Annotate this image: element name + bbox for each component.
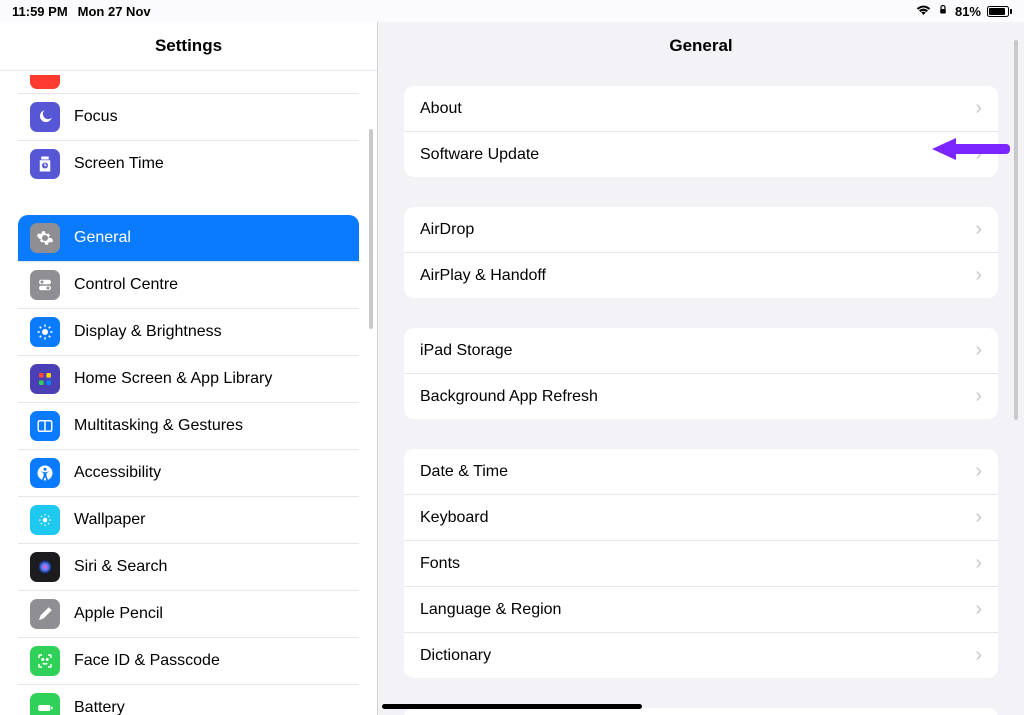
- detail-group: About › Software Update›: [404, 86, 998, 177]
- sidebar-item-partial[interactable]: [18, 71, 359, 93]
- detail-item-label: Language & Region: [420, 601, 561, 619]
- sidebar-item-label: General: [74, 229, 131, 247]
- focus-icon: [30, 102, 60, 132]
- sidebar-item-display[interactable]: Display & Brightness: [18, 308, 359, 355]
- sidebar-item-general[interactable]: General: [18, 215, 359, 261]
- sidebar-item-label: Focus: [74, 108, 118, 126]
- accessibility-icon: [30, 458, 60, 488]
- detail-item-airdrop[interactable]: AirDrop ›: [404, 207, 998, 252]
- detail-item-label: About: [420, 100, 462, 118]
- sidebar-item-label: Home Screen & App Library: [74, 370, 272, 388]
- sidebar-item-control-centre[interactable]: Control Centre: [18, 261, 359, 308]
- sidebar-item-wallpaper[interactable]: Wallpaper: [18, 496, 359, 543]
- sidebar-item-screen-time[interactable]: Screen Time: [18, 140, 359, 187]
- detail-item-label: Date & Time: [420, 463, 508, 481]
- siri-icon: [30, 552, 60, 582]
- chevron-right-icon: ›: [975, 218, 982, 241]
- sidebar-item-label: Accessibility: [74, 464, 161, 482]
- detail-group: Date & Time›Keyboard›Fonts›Language & Re…: [404, 449, 998, 678]
- chevron-right-icon: ›: [975, 385, 982, 408]
- sidebar-group: Focus Screen Time: [18, 71, 359, 187]
- detail-item-label: Fonts: [420, 555, 460, 573]
- sidebar-item-battery[interactable]: Battery: [18, 684, 359, 715]
- chevron-right-icon: ›: [975, 552, 982, 575]
- chevron-right-icon: ›: [975, 339, 982, 362]
- detail-item-label: AirPlay & Handoff: [420, 267, 546, 285]
- sidebar-item-multitasking[interactable]: Multitasking & Gestures: [18, 402, 359, 449]
- detail-group: iPad Storage › Background App Refresh ›: [404, 328, 998, 419]
- chevron-right-icon: ›: [975, 644, 982, 667]
- sidebar-scrollbar[interactable]: [369, 129, 373, 329]
- detail-group: AirDrop › AirPlay & Handoff ›: [404, 207, 998, 298]
- sidebar-item-faceid[interactable]: Face ID & Passcode: [18, 637, 359, 684]
- detail-pane: General About›Software Update›AirDrop›Ai…: [378, 22, 1024, 715]
- chevron-right-icon: ›: [975, 598, 982, 621]
- detail-item-date-time[interactable]: Date & Time ›: [404, 449, 998, 494]
- sidebar-item-accessibility[interactable]: Accessibility: [18, 449, 359, 496]
- status-bar: 11:59 PM Mon 27 Nov 81%: [0, 0, 1024, 22]
- chevron-right-icon: ›: [975, 97, 982, 120]
- detail-item-ipad-storage[interactable]: iPad Storage ›: [404, 328, 998, 373]
- chevron-right-icon: ›: [975, 264, 982, 287]
- multitasking-icon: [30, 411, 60, 441]
- sidebar-item-label: Apple Pencil: [74, 605, 163, 623]
- detail-group: VPN & Device Management›: [404, 708, 998, 715]
- display-icon: [30, 317, 60, 347]
- battery-percent: 81%: [955, 4, 981, 19]
- general-icon: [30, 223, 60, 253]
- detail-item-label: AirDrop: [420, 221, 474, 239]
- sidebar-item-label: Battery: [74, 699, 125, 715]
- detail-item-label: Dictionary: [420, 647, 491, 665]
- screen-time-icon: [30, 149, 60, 179]
- faceid-icon: [30, 646, 60, 676]
- detail-item-software-update[interactable]: Software Update›: [404, 131, 998, 177]
- chevron-right-icon: ›: [975, 460, 982, 483]
- sidebar-item-label: Screen Time: [74, 155, 164, 173]
- sidebar-item-label: Siri & Search: [74, 558, 167, 576]
- status-date: Mon 27 Nov: [78, 4, 151, 19]
- wifi-icon: [916, 4, 931, 19]
- sidebar-title: Settings: [0, 36, 377, 56]
- detail-scrollbar[interactable]: [1014, 40, 1018, 420]
- detail-item-about[interactable]: About ›: [404, 86, 998, 131]
- battery-icon: [987, 6, 1012, 17]
- sidebar-item-home-screen[interactable]: Home Screen & App Library: [18, 355, 359, 402]
- chevron-right-icon: ›: [975, 506, 982, 529]
- detail-item-keyboard[interactable]: Keyboard ›: [404, 494, 998, 540]
- detail-item-airplay-handoff[interactable]: AirPlay & Handoff ›: [404, 252, 998, 298]
- detail-item-dictionary[interactable]: Dictionary ›: [404, 632, 998, 678]
- sidebar-item-focus[interactable]: Focus: [18, 93, 359, 140]
- sidebar-item-label: Display & Brightness: [74, 323, 222, 341]
- sidebar-item-label: Wallpaper: [74, 511, 145, 529]
- detail-title: General: [378, 36, 1024, 56]
- notifications-icon: [30, 75, 60, 89]
- status-time: 11:59 PM: [12, 4, 68, 19]
- detail-item-label: Software Update: [420, 146, 539, 164]
- sidebar-item-pencil[interactable]: Apple Pencil: [18, 590, 359, 637]
- detail-item-label: iPad Storage: [420, 342, 513, 360]
- sidebar-group: General Control Centre Display & Brightnes…: [18, 215, 359, 715]
- sidebar-item-label: Face ID & Passcode: [74, 652, 220, 670]
- battery-icon: [30, 693, 60, 715]
- annotation-arrow: [932, 138, 1010, 160]
- sidebar-item-label: Control Centre: [74, 276, 178, 294]
- sidebar-item-label: Multitasking & Gestures: [74, 417, 243, 435]
- detail-item-fonts[interactable]: Fonts ›: [404, 540, 998, 586]
- detail-item-label: Background App Refresh: [420, 388, 598, 406]
- detail-item-vpn-device-management[interactable]: VPN & Device Management›: [404, 708, 998, 715]
- detail-item-language-region[interactable]: Language & Region ›: [404, 586, 998, 632]
- sidebar-item-siri[interactable]: Siri & Search: [18, 543, 359, 590]
- pencil-icon: [30, 599, 60, 629]
- detail-item-background-app-refresh[interactable]: Background App Refresh ›: [404, 373, 998, 419]
- detail-item-label: Keyboard: [420, 509, 489, 527]
- rotation-lock-icon: [937, 4, 949, 19]
- home-indicator[interactable]: [382, 704, 642, 709]
- home-screen-icon: [30, 364, 60, 394]
- wallpaper-icon: [30, 505, 60, 535]
- settings-sidebar: Settings Focus Screen Time General Control …: [0, 22, 378, 715]
- control-centre-icon: [30, 270, 60, 300]
